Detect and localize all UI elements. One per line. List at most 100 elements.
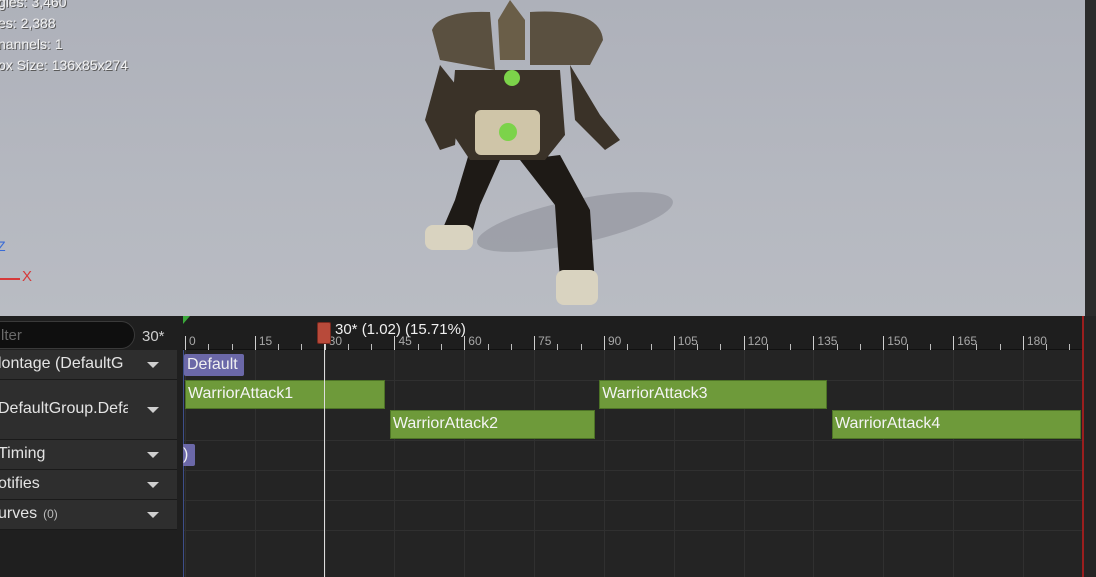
ruler-major-tick	[603, 336, 605, 350]
ruler-major-tick	[813, 336, 815, 350]
playhead-handle[interactable]	[317, 322, 331, 344]
ruler-tick-label: 15	[258, 334, 273, 348]
character-gem-chest	[504, 70, 520, 86]
ruler-minor-tick	[557, 344, 559, 350]
ruler-minor-tick	[929, 344, 931, 350]
grid-line	[394, 350, 396, 577]
ruler-minor-tick	[790, 344, 792, 350]
ruler-tick-label: 165	[957, 334, 978, 348]
playhead-readout: 30* (1.02) (15.71%)	[335, 321, 466, 338]
track-notifies[interactable]: otifies	[0, 470, 177, 500]
ruler-minor-tick	[650, 344, 652, 350]
curves-count-badge: (0)	[43, 507, 58, 521]
ruler-tick-label: 0	[189, 334, 196, 348]
ruler-tick-label: 75	[538, 334, 552, 348]
ruler-tick-label: 105	[677, 334, 698, 348]
ruler-minor-tick	[766, 344, 768, 350]
ruler-major-tick	[464, 336, 466, 350]
track-montage-label: lontage (DefaultG	[0, 355, 124, 372]
grid-line	[534, 350, 536, 577]
ruler-major-tick	[394, 336, 396, 350]
start-marker[interactable]	[183, 316, 190, 324]
track-list-panel: 30* lontage (DefaultG DefaultGroup.Defa …	[0, 316, 183, 577]
ruler-minor-tick	[976, 344, 978, 350]
track-timing-label: Timing	[0, 445, 46, 462]
track-montage[interactable]: lontage (DefaultG	[0, 350, 177, 380]
chevron-down-icon[interactable]	[147, 407, 159, 413]
ruler-minor-tick	[859, 344, 861, 350]
ruler-minor-tick	[231, 344, 233, 350]
ruler-minor-tick	[510, 344, 512, 350]
montage-segment[interactable]: WarriorAttack3	[599, 380, 828, 409]
axis-x-label: X	[22, 268, 33, 285]
ruler-tick-label: 135	[817, 334, 838, 348]
chevron-down-icon[interactable]	[147, 512, 159, 518]
track-timing[interactable]: Timing	[0, 440, 177, 470]
frame-rate-display[interactable]: 30*	[142, 328, 165, 345]
ruler-minor-tick	[347, 344, 349, 350]
end-marker-line[interactable]	[1082, 316, 1084, 577]
ruler-tick-label: 120	[747, 334, 768, 348]
montage-segment[interactable]: WarriorAttack1	[185, 380, 386, 409]
ruler-major-tick	[673, 336, 675, 350]
ruler-minor-tick	[371, 344, 373, 350]
filter-input[interactable]	[1, 327, 121, 344]
ruler-minor-tick	[906, 344, 908, 350]
track-curves[interactable]: urves (0)	[0, 500, 177, 530]
grid-line	[883, 350, 885, 577]
row-divider	[183, 440, 1083, 441]
chevron-down-icon[interactable]	[147, 452, 159, 458]
character-gem-belt	[499, 123, 517, 141]
axis-x-line	[0, 278, 20, 280]
chevron-down-icon[interactable]	[147, 482, 159, 488]
row-divider	[183, 470, 1083, 471]
ruler-minor-tick	[301, 344, 303, 350]
character-preview	[425, 0, 673, 305]
ruler-tick-label: 90	[607, 334, 622, 348]
ruler-minor-tick	[278, 344, 280, 350]
character-boot-left	[425, 225, 473, 250]
ruler-minor-tick	[697, 344, 699, 350]
ruler-minor-tick	[208, 344, 210, 350]
ruler-major-tick	[254, 336, 256, 350]
ruler-tick-label: 180	[1026, 334, 1047, 348]
track-notifies-label: otifies	[0, 475, 40, 492]
ruler-major-tick	[185, 336, 186, 350]
ruler-minor-tick	[836, 344, 838, 350]
montage-segment[interactable]: WarriorAttack4	[832, 410, 1081, 439]
timing-marker[interactable]: )	[183, 444, 195, 466]
ruler-major-tick	[743, 336, 745, 350]
track-default-group-label: DefaultGroup.Defa	[0, 400, 128, 417]
ruler-minor-tick	[1046, 344, 1048, 350]
ruler-minor-tick	[999, 344, 1001, 350]
character-shoulder-right	[530, 11, 603, 65]
preview-viewport[interactable]: gles: 3,460 es: 2,388 nannels: 1 ox Size…	[0, 0, 1085, 316]
timeline-panel[interactable]: 0 15 30 45 60 75 90 105 120 135 150 165 180 Default …	[183, 316, 1096, 577]
ruler-major-tick	[1022, 336, 1024, 350]
section-default[interactable]: Default	[184, 354, 244, 376]
chevron-down-icon[interactable]	[147, 362, 159, 368]
ruler-minor-tick	[487, 344, 489, 350]
grid-line	[1022, 350, 1024, 577]
ruler-minor-tick	[720, 344, 722, 350]
ruler-tick-label: 60	[468, 334, 482, 348]
filter-field[interactable]	[0, 321, 135, 349]
character-arm-right	[570, 65, 620, 150]
track-curves-label: urves (0)	[0, 505, 58, 523]
viewport-border	[1085, 0, 1096, 316]
row-divider	[183, 500, 1083, 501]
ruler-tick-label: 150	[887, 334, 908, 348]
playhead-line	[324, 344, 325, 577]
ruler-minor-tick	[1069, 344, 1071, 350]
ruler-major-tick	[534, 336, 536, 350]
ruler-minor-tick	[441, 344, 443, 350]
grid-line	[953, 350, 955, 577]
axis-z-label: Z	[0, 238, 6, 254]
ruler-minor-tick	[580, 344, 582, 350]
row-divider	[183, 530, 1083, 531]
montage-segment[interactable]: WarriorAttack2	[389, 410, 595, 439]
character-head	[498, 0, 525, 60]
track-default-group[interactable]: DefaultGroup.Defa	[0, 380, 177, 440]
ruler-minor-tick	[417, 344, 419, 350]
character-boot-right	[556, 270, 598, 305]
